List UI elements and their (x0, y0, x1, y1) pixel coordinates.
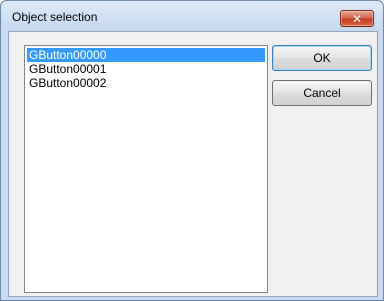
ok-button[interactable]: OK (272, 45, 372, 71)
list-item[interactable]: GButton00002 (27, 76, 265, 90)
list-item[interactable]: GButton00001 (27, 62, 265, 76)
object-listbox[interactable]: GButton00000 GButton00001 GButton00002 (24, 45, 268, 293)
title-bar[interactable]: Object selection ✕ (1, 1, 383, 31)
close-button[interactable]: ✕ (340, 10, 374, 27)
cancel-button[interactable]: Cancel (272, 80, 372, 106)
dialog-title: Object selection (12, 10, 98, 24)
list-item[interactable]: GButton00000 (27, 48, 265, 62)
close-icon: ✕ (351, 11, 363, 26)
dialog-client-area: GButton00000 GButton00001 GButton00002 O… (8, 31, 378, 297)
object-selection-dialog: Object selection ✕ GButton00000 GButton0… (0, 0, 384, 301)
